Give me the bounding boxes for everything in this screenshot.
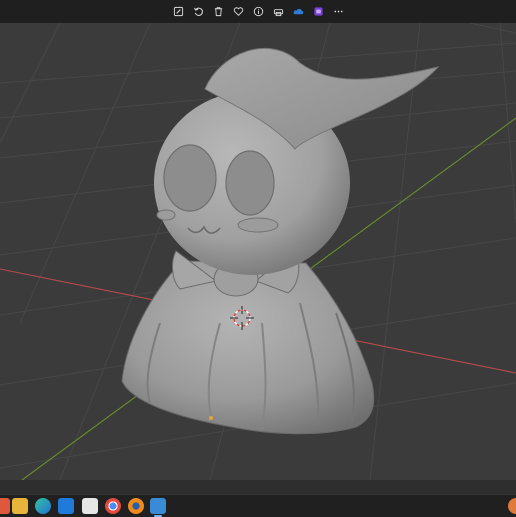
mimikyu-model [121, 47, 440, 435]
photos-icon[interactable] [150, 498, 166, 517]
file-explorer-icon[interactable] [12, 498, 28, 514]
edge-icon[interactable] [35, 498, 51, 514]
photo-viewer-toolbar [0, 0, 516, 24]
windows-taskbar [0, 494, 516, 517]
print-icon[interactable] [270, 4, 286, 20]
store-icon[interactable] [82, 498, 98, 514]
chrome-icon[interactable] [105, 498, 121, 514]
mail-icon[interactable] [58, 498, 74, 514]
favorite-icon[interactable] [230, 4, 246, 20]
viewer-bottom-strip [0, 480, 516, 494]
blender-icon[interactable] [128, 498, 144, 514]
clipchamp-icon[interactable] [310, 4, 326, 20]
start-icon[interactable] [0, 498, 10, 514]
onedrive-icon[interactable] [290, 4, 306, 20]
more-icon[interactable] [330, 4, 346, 20]
rotate-icon[interactable] [190, 4, 206, 20]
edit-icon[interactable] [170, 4, 186, 20]
info-icon[interactable] [250, 4, 266, 20]
origin-point [209, 416, 213, 420]
delete-icon[interactable] [210, 4, 226, 20]
tray-icon [508, 498, 516, 514]
blender-viewport-image [0, 23, 516, 480]
